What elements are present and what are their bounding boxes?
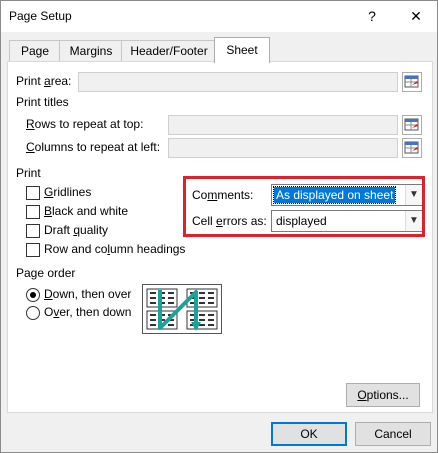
rows-collapse-button[interactable] [402, 115, 422, 135]
tab-sheet[interactable]: Sheet [214, 37, 270, 63]
draft-quality-label: Draft quality [44, 223, 109, 237]
print-titles-heading: Print titles [16, 95, 69, 109]
sheet-panel: Print area: Print titles Rows to repeat … [7, 61, 433, 413]
over-then-down-radio[interactable] [26, 306, 40, 320]
title-bar: Page Setup ? ✕ [1, 1, 437, 32]
tab-page[interactable]: Page [9, 40, 61, 62]
dialog-title: Page Setup [9, 9, 72, 23]
gridlines-checkbox[interactable] [26, 186, 40, 200]
columns-collapse-button[interactable] [402, 138, 422, 158]
draft-quality-checkbox[interactable] [26, 224, 40, 238]
tab-header-footer[interactable]: Header/Footer [121, 40, 217, 62]
tab-margins[interactable]: Margins [59, 40, 123, 62]
range-selector-icon [404, 75, 419, 88]
print-area-collapse-button[interactable] [402, 72, 422, 92]
black-and-white-label: Black and white [44, 204, 129, 218]
columns-to-repeat-label: Columns to repeat at left: [26, 140, 161, 154]
down-then-over-radio[interactable] [26, 288, 40, 302]
print-area-label: Print area: [16, 74, 72, 88]
cancel-button[interactable]: Cancel [355, 422, 431, 446]
page-setup-dialog: Page Setup ? ✕ Page Margins Header/Foote… [0, 0, 438, 453]
gridlines-label: Gridlines [44, 185, 92, 199]
down-then-over-label: Down, then over [44, 287, 132, 301]
row-column-headings-checkbox[interactable] [26, 243, 40, 257]
options-button[interactable]: Options... [346, 383, 420, 407]
range-selector-icon [404, 141, 419, 154]
annotation-highlight-box [183, 176, 425, 237]
over-then-down-label: Over, then down [44, 305, 132, 319]
close-icon[interactable]: ✕ [403, 5, 429, 27]
columns-to-repeat-input[interactable] [168, 138, 398, 158]
rows-to-repeat-label: Rows to repeat at top: [26, 117, 144, 131]
print-heading: Print [16, 166, 41, 180]
range-selector-icon [404, 118, 419, 131]
ok-button[interactable]: OK [271, 422, 347, 446]
black-and-white-checkbox[interactable] [26, 205, 40, 219]
page-order-preview-icon [142, 284, 222, 334]
tab-strip: Page Margins Header/Footer Sheet [1, 32, 437, 63]
page-order-heading: Page order [16, 266, 76, 280]
row-column-headings-label: Row and column headings [44, 242, 186, 256]
help-icon[interactable]: ? [359, 5, 385, 27]
rows-to-repeat-input[interactable] [168, 115, 398, 135]
print-area-input[interactable] [78, 72, 398, 92]
